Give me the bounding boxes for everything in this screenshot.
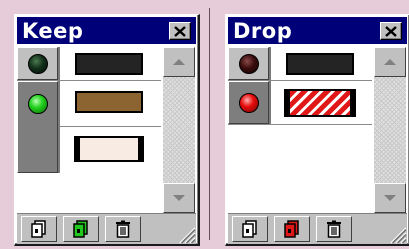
keep-scroll-down-button[interactable] [163,183,195,213]
keep-layer-1-swatch [75,53,143,75]
keep-layer-row-1[interactable] [17,47,161,81]
keep-delete-button[interactable] [105,216,141,242]
drop-layer-row-2[interactable] [228,81,372,125]
dark-lamp-icon [28,54,48,74]
drop-scroll-up-button[interactable] [374,47,406,77]
drop-title: Drop [233,19,293,43]
keep-layer-3-swatch [74,136,144,162]
trash-icon [116,220,130,238]
keep-layer-list[interactable] [17,47,161,207]
drop-layer-2-lamp-cell[interactable] [228,81,269,124]
resize-grip-icon[interactable] [174,222,196,244]
drop-layer-1-lamp-cell[interactable] [228,47,269,80]
drop-scroll-down-button[interactable] [374,183,406,213]
new-layer-icon [242,220,257,238]
up-arrow-icon [384,59,396,65]
drop-scrollbar[interactable] [374,47,406,213]
keep-title: Keep [22,19,84,43]
keep-palette: Keep [14,14,200,246]
drop-title-bar[interactable]: Drop [228,17,407,44]
new-keep-layer-icon [73,220,88,238]
keep-layer-row-2[interactable] [17,81,161,173]
new-layer-icon [31,220,46,238]
drop-layer-1-swatch [286,53,354,75]
new-drop-layer-icon [284,220,299,238]
keep-scrollbar[interactable] [163,47,195,213]
drop-layer-2-swatch [284,89,356,117]
keep-close-button[interactable] [169,22,191,40]
drop-palette: Drop [225,14,409,246]
keep-layer-1-lamp-cell[interactable] [17,47,58,80]
down-arrow-icon [384,195,396,201]
green-lamp-icon [28,94,48,114]
keep-layer-3-swatch-cell[interactable] [60,127,161,173]
keep-toolbar [17,213,196,244]
keep-new-layer-button[interactable] [21,216,57,242]
up-arrow-icon [173,59,185,65]
drop-new-layer-button[interactable] [232,216,268,242]
drop-new-drop-layer-button[interactable] [274,216,310,242]
drop-layer-row-1[interactable] [228,47,372,81]
keep-scroll-up-button[interactable] [163,47,195,77]
drop-layer-1-swatch-cell[interactable] [271,47,372,80]
red-lamp-icon [239,93,259,113]
drop-delete-button[interactable] [316,216,352,242]
drop-close-button[interactable] [380,22,402,40]
resize-grip-icon[interactable] [385,222,407,244]
close-icon [174,25,186,37]
keep-layer-2-swatch [75,91,143,113]
keep-title-bar[interactable]: Keep [17,17,196,44]
keep-layer-1-swatch-cell[interactable] [60,47,161,80]
drop-layer-list[interactable] [228,47,372,207]
down-arrow-icon [173,195,185,201]
trash-icon [327,220,341,238]
background-divider [209,8,210,240]
dark-lamp-icon [239,54,259,74]
keep-layer-2-lamp-cell[interactable] [17,81,58,173]
keep-layer-2-swatch-cell[interactable] [60,81,161,127]
keep-new-keep-layer-button[interactable] [63,216,99,242]
drop-toolbar [228,213,407,244]
close-icon [385,25,397,37]
drop-layer-2-swatch-cell[interactable] [271,81,372,124]
